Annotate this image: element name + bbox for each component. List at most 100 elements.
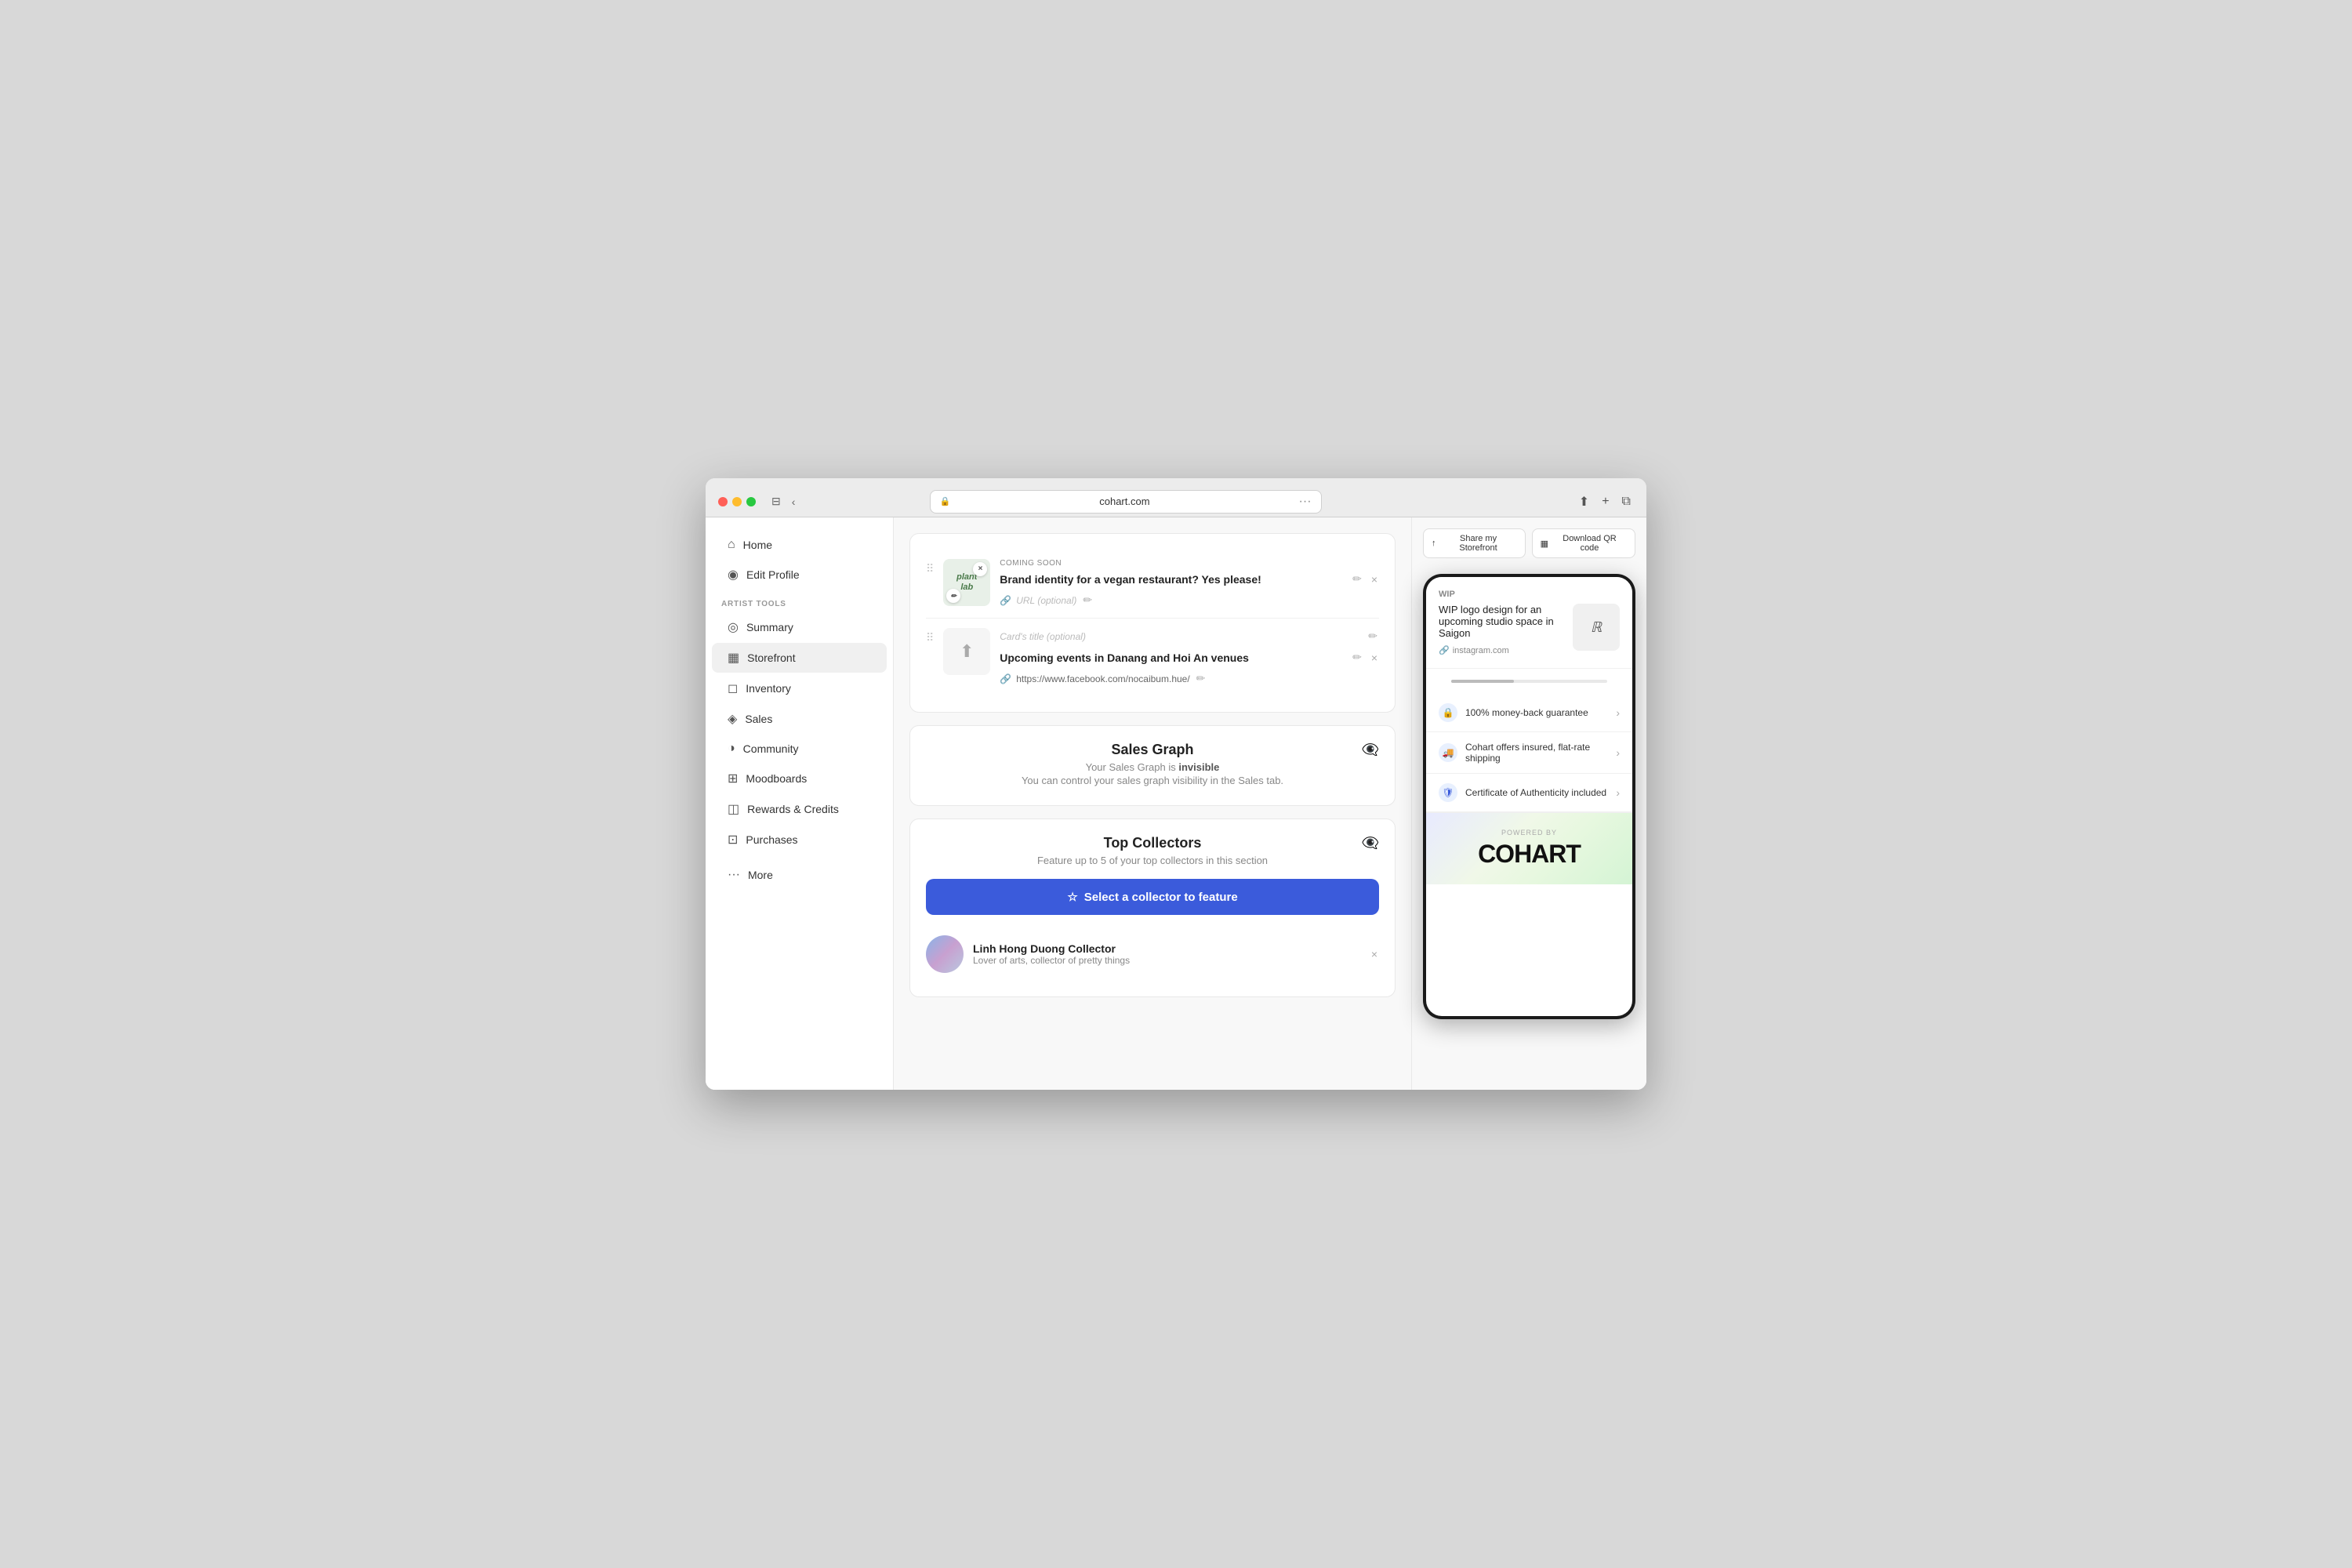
download-qr-button[interactable]: ▦ Download QR code — [1532, 528, 1635, 558]
edit-item-2-button[interactable]: ✏ — [1351, 649, 1363, 666]
edit-item-2-title-button[interactable]: ✏ — [1367, 628, 1379, 644]
sidebar-item-community-label: Community — [743, 742, 799, 755]
summary-icon: ◎ — [728, 619, 739, 635]
sidebar-item-rewards[interactable]: ◫ Rewards & Credits — [712, 794, 887, 824]
sales-graph-title: Sales Graph — [926, 742, 1379, 758]
sidebar-item-moodboards-label: Moodboards — [746, 772, 807, 785]
preview-wip-image: ℝ — [1573, 604, 1620, 651]
link-icon-2: 🔗 — [1000, 673, 1011, 684]
preview-wip-title: WIP logo design for an upcoming studio s… — [1439, 604, 1573, 639]
edit-thumb-1-button[interactable]: ✏ — [946, 589, 960, 603]
fullscreen-window-button[interactable] — [746, 497, 756, 506]
item-1-title-row: Brand identity for a vegan restaurant? Y… — [1000, 571, 1379, 587]
browser-window: ⊟ ‹ 🔒 cohart.com ··· ⬆ + ⧉ ⌂ Home ◉ Edit… — [706, 478, 1646, 1090]
tabs-button[interactable]: ⧉ — [1619, 491, 1634, 513]
sidebar-item-summary[interactable]: ◎ Summary — [712, 612, 887, 642]
plant-logo-text: plantlab — [956, 572, 977, 593]
item-2-title: Upcoming events in Danang and Hoi An ven… — [1000, 652, 1351, 664]
qr-icon: ▦ — [1541, 539, 1548, 549]
shield-accordion-icon: 🛡 — [1439, 783, 1457, 802]
share-storefront-label: Share my Storefront — [1440, 534, 1517, 553]
new-tab-button[interactable]: + — [1599, 491, 1612, 513]
sidebar-item-purchases[interactable]: ⊡ Purchases — [712, 825, 887, 855]
preview-acc-text-2: Cohart offers insured, flat-rate shippin… — [1465, 742, 1616, 764]
sidebar-item-summary-label: Summary — [746, 621, 793, 633]
sidebar-item-home-label: Home — [743, 539, 772, 551]
sidebar-item-sales[interactable]: ◈ Sales — [712, 704, 887, 734]
sidebar-item-edit-profile[interactable]: ◉ Edit Profile — [712, 560, 887, 590]
more-icon: ··· — [728, 868, 740, 882]
sales-graph-card: 👁‍🗨 Sales Graph Your Sales Graph is invi… — [909, 725, 1396, 806]
preview-scroll-area — [1426, 669, 1632, 694]
edit-url-2-button[interactable]: ✏ — [1195, 670, 1207, 687]
back-button[interactable]: ‹ — [789, 494, 799, 510]
sidebar-item-moodboards[interactable]: ⊞ Moodboards — [712, 764, 887, 793]
preview-accordion-item-2: 🚚 Cohart offers insured, flat-rate shipp… — [1426, 732, 1632, 774]
preview-scrollbar — [1451, 680, 1607, 683]
sidebar-item-more-label: More — [748, 869, 773, 881]
link-icon-preview: 🔗 — [1439, 645, 1450, 655]
top-collectors-visibility-toggle[interactable]: 👁‍🗨 — [1362, 835, 1379, 851]
collector-avatar — [926, 935, 964, 973]
delete-item-2-button[interactable]: × — [1370, 650, 1379, 666]
edit-url-1-button[interactable]: ✏ — [1081, 592, 1094, 608]
remove-collector-button[interactable]: × — [1370, 946, 1379, 962]
storefront-icon: ▦ — [728, 650, 739, 666]
purchases-icon: ⊡ — [728, 832, 738, 848]
sidebar-item-purchases-label: Purchases — [746, 833, 797, 846]
preview-acc-text-3: Certificate of Authenticity included — [1465, 787, 1616, 798]
sidebar-item-storefront-label: Storefront — [747, 652, 795, 664]
close-window-button[interactable] — [718, 497, 728, 506]
preview-accordion: 🔒 100% money-back guarantee › 🚚 Cohart o… — [1426, 694, 1632, 813]
preview-accordion-item-3: 🛡 Certificate of Authenticity included › — [1426, 774, 1632, 812]
item-2-content: Card's title (optional) ✏ Upcoming event… — [1000, 628, 1379, 687]
item-thumbnail-2: ⬆ — [943, 628, 990, 675]
browser-chrome: ⊟ ‹ 🔒 cohart.com ··· ⬆ + ⧉ — [706, 478, 1646, 517]
edit-item-1-button[interactable]: ✏ — [1351, 571, 1363, 587]
sidebar-item-home[interactable]: ⌂ Home — [712, 531, 887, 559]
sales-graph-visibility-toggle[interactable]: 👁‍🗨 — [1362, 742, 1379, 758]
share-storefront-button[interactable]: ↑ Share my Storefront — [1423, 528, 1526, 558]
share-browser-button[interactable]: ⬆ — [1576, 491, 1592, 513]
sidebar-item-inventory[interactable]: ◻ Inventory — [712, 673, 887, 703]
minimize-window-button[interactable] — [732, 497, 742, 506]
powered-by-label: POWERED BY — [1442, 829, 1617, 837]
address-text: cohart.com — [955, 495, 1294, 507]
sidebar-toggle-button[interactable]: ⊟ — [768, 493, 784, 510]
sidebar-item-sales-label: Sales — [745, 713, 772, 725]
browser-actions: ⬆ + ⧉ — [1576, 491, 1634, 513]
sales-graph-description: You can control your sales graph visibil… — [926, 775, 1379, 786]
drag-handle-1[interactable]: ⠿ — [926, 559, 934, 575]
preview-header-buttons: ↑ Share my Storefront ▦ Download QR code — [1423, 528, 1635, 558]
preview-wip-card: WIP WIP logo design for an upcoming stud… — [1426, 577, 1632, 669]
card-item-1: ⠿ plantlab × ✏ COMING SOON Brand identit… — [926, 550, 1379, 619]
star-icon: ☆ — [1067, 890, 1077, 904]
select-collector-button[interactable]: ☆ Select a collector to feature — [926, 879, 1379, 915]
top-collectors-header: Top Collectors Feature up to 5 of your t… — [926, 835, 1379, 866]
item-2-main-row: Upcoming events in Danang and Hoi An ven… — [1000, 649, 1379, 666]
preview-acc-text-1: 100% money-back guarantee — [1465, 707, 1616, 718]
rewards-icon: ◫ — [728, 801, 739, 817]
delete-item-1-button[interactable]: × — [1370, 572, 1379, 587]
address-bar[interactable]: 🔒 cohart.com ··· — [930, 490, 1322, 514]
top-collectors-content: ☆ Select a collector to feature Linh Hon… — [926, 879, 1379, 981]
home-icon: ⌂ — [728, 538, 735, 552]
traffic-lights — [718, 497, 756, 506]
item-1-content: COMING SOON Brand identity for a vegan r… — [1000, 559, 1379, 608]
sidebar-item-storefront[interactable]: ▦ Storefront — [712, 643, 887, 673]
chevron-down-icon-1: › — [1616, 706, 1620, 719]
item-2-url: https://www.facebook.com/nocaibum.hue/ — [1016, 673, 1189, 684]
truck-accordion-icon: 🚚 — [1439, 743, 1457, 762]
item-1-url-row: 🔗 URL (optional) ✏ — [1000, 592, 1379, 608]
sales-graph-header: Sales Graph Your Sales Graph is invisibl… — [926, 742, 1379, 786]
sidebar-item-community[interactable]: ◑ Community — [712, 735, 887, 763]
app-body: ⌂ Home ◉ Edit Profile ARTIST TOOLS ◎ Sum… — [706, 517, 1646, 1090]
item-1-tag: COMING SOON — [1000, 559, 1379, 568]
preview-powered-section: POWERED BY COHART — [1426, 813, 1632, 884]
close-item-1-button[interactable]: × — [973, 562, 987, 576]
preview-wip-link: 🔗 instagram.com — [1439, 645, 1573, 655]
sales-graph-subtitle: Your Sales Graph is invisible — [926, 761, 1379, 773]
drag-handle-2[interactable]: ⠿ — [926, 628, 934, 644]
person-icon: ◉ — [728, 567, 739, 583]
sidebar-item-more[interactable]: ··· More — [712, 861, 887, 889]
